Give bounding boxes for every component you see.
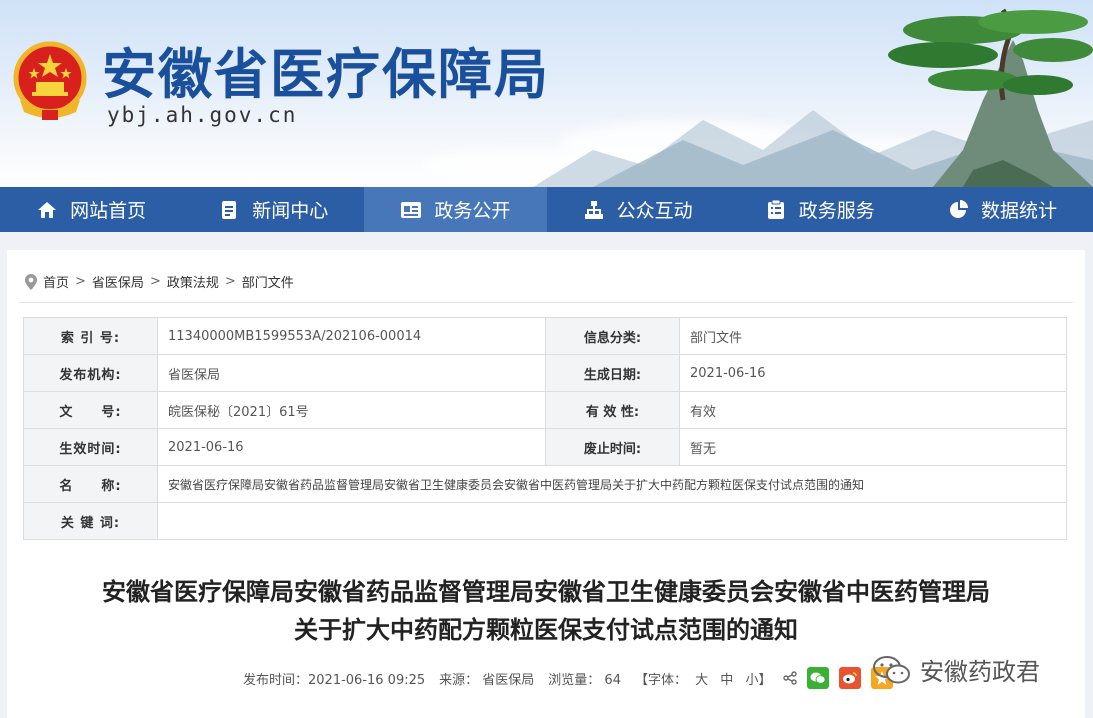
category-key: 信息分类: xyxy=(545,317,680,355)
created-date-value: 2021-06-16 xyxy=(679,354,1067,392)
font-size-label: 【字体： xyxy=(634,672,687,688)
effective-date-value: 2021-06-16 xyxy=(157,428,546,466)
font-size-large[interactable]: 大 xyxy=(695,673,708,688)
nav-item-label: 网站首页 xyxy=(70,200,147,222)
publisher-value: 省医保局 xyxy=(157,354,546,392)
share-icon[interactable] xyxy=(783,671,798,685)
header-banner: 安徽省医疗保障局 ybj.ah.gov.cn xyxy=(0,0,1093,187)
category-value: 部门文件 xyxy=(679,317,1067,355)
network-icon xyxy=(583,199,605,221)
pine-mountain-illustration xyxy=(533,8,1093,187)
breadcrumb-separator: > xyxy=(75,274,86,289)
table-row: 名 称: 安徽省医疗保障局安徽省药品监督管理局安徽省卫生健康委员会安徽省中医药管… xyxy=(23,465,1067,503)
publish-time: 发布时间：2021-06-16 09:25 xyxy=(243,672,426,688)
index-number-key: 索 引 号: xyxy=(23,317,158,355)
breadcrumb-department-docs[interactable]: 部门文件 xyxy=(242,272,294,291)
weibo-share-icon[interactable] xyxy=(839,667,862,689)
breadcrumb-separator: > xyxy=(224,274,236,289)
board-icon xyxy=(400,199,422,221)
publisher-key: 发布机构: xyxy=(23,354,158,392)
repeal-date-value: 暂无 xyxy=(679,428,1067,466)
breadcrumb: 首页 > 省医保局 > 政策法规 > 部门文件 xyxy=(25,272,294,291)
validity-value: 有效 xyxy=(679,391,1067,429)
name-key: 名 称: xyxy=(23,465,158,503)
site-title: 安徽省医疗保障局 xyxy=(102,43,550,106)
font-size-switcher: 【字体： 大 中 小】 xyxy=(635,669,775,688)
nav-item-label: 政务公开 xyxy=(434,200,511,222)
document-title-line2: 关于扩大中药配方颗粒医保支付试点范围的通知 xyxy=(294,616,798,644)
document-number-key: 文 号: xyxy=(23,391,158,429)
font-size-small[interactable]: 小】 xyxy=(745,673,771,688)
view-count: 浏览量： 64 xyxy=(548,672,621,688)
nav-item-label: 公众互动 xyxy=(616,200,693,222)
source: 来源： 省医保局 xyxy=(439,672,535,688)
breadcrumb-home[interactable]: 首页 xyxy=(43,272,69,291)
nav-item-home[interactable]: 网站首页 xyxy=(0,187,182,232)
table-row: 生效时间: 2021-06-16 废止时间: 暂无 xyxy=(23,428,1067,466)
validity-key: 有 效 性: xyxy=(545,391,680,429)
nav-item-label: 数据统计 xyxy=(980,200,1057,222)
watermark-text: 安徽药政君 xyxy=(920,658,1040,686)
pie-icon xyxy=(947,199,969,221)
table-row: 索 引 号: 11340000MB1599553A/202106-00014 信… xyxy=(23,317,1067,355)
watermark: 安徽药政君 xyxy=(872,652,1040,687)
site-url: ybj.ah.gov.cn xyxy=(107,103,298,127)
nav-item-statistics[interactable]: 数据统计 xyxy=(911,187,1093,232)
document-title-line1: 安徽省医疗保障局安徽省药品监督管理局安徽省卫生健康委员会安徽省中医药管理局 xyxy=(102,578,990,606)
keywords-value xyxy=(157,502,1067,540)
breadcrumb-bureau[interactable]: 省医保局 xyxy=(92,272,144,291)
document-icon xyxy=(218,199,240,221)
clipboard-icon xyxy=(765,199,787,221)
nav-item-interaction[interactable]: 公众互动 xyxy=(547,187,729,232)
breadcrumb-separator: > xyxy=(149,274,161,289)
nav-item-news[interactable]: 新闻中心 xyxy=(182,187,364,232)
location-pin-icon xyxy=(25,273,37,290)
name-value: 安徽省医疗保障局安徽省药品监督管理局安徽省卫生健康委员会安徽省中医药管理局关于扩… xyxy=(157,465,1067,503)
home-icon xyxy=(36,199,58,221)
table-row: 文 号: 皖医保秘〔2021〕61号 有 效 性: 有效 xyxy=(23,391,1067,429)
document-meta-table: 索 引 号: 11340000MB1599553A/202106-00014 信… xyxy=(23,317,1067,540)
national-emblem-icon xyxy=(13,41,87,120)
divider xyxy=(19,302,1073,303)
content-panel: 首页 > 省医保局 > 政策法规 > 部门文件 索 引 号: 11340000M… xyxy=(7,250,1085,718)
repeal-date-key: 废止时间: xyxy=(545,428,680,466)
main-nav: 网站首页 新闻中心 政务公开 公众互动 政务服务 数据统计 xyxy=(0,187,1093,232)
article-info-bar: 发布时间：2021-06-16 09:25 来源： 省医保局 浏览量： 64 【… xyxy=(243,667,894,689)
created-date-key: 生成日期: xyxy=(545,354,680,392)
font-size-medium[interactable]: 中 xyxy=(720,673,733,688)
keywords-key: 关 键 词: xyxy=(23,502,158,540)
effective-date-key: 生效时间: xyxy=(23,428,158,466)
nav-item-label: 政务服务 xyxy=(798,200,875,222)
table-row: 关 键 词: xyxy=(23,502,1067,540)
table-row: 发布机构: 省医保局 生成日期: 2021-06-16 xyxy=(23,354,1067,392)
wechat-watermark-icon xyxy=(873,655,910,683)
breadcrumb-policy[interactable]: 政策法规 xyxy=(167,272,219,291)
document-number-value: 皖医保秘〔2021〕61号 xyxy=(157,391,546,429)
index-number-value: 11340000MB1599553A/202106-00014 xyxy=(157,317,546,355)
nav-item-gov-affairs[interactable]: 政务公开 xyxy=(364,187,547,232)
nav-item-label: 新闻中心 xyxy=(252,200,329,222)
wechat-share-icon[interactable] xyxy=(807,667,830,689)
nav-item-services[interactable]: 政务服务 xyxy=(729,187,911,232)
